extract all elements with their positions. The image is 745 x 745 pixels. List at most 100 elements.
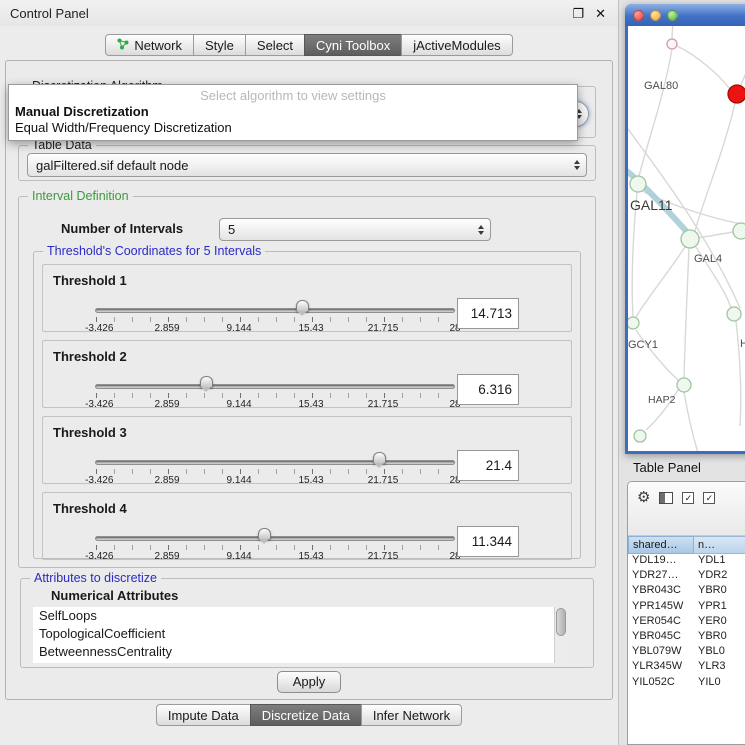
threshold-value-field[interactable]: 11.344 (457, 526, 519, 557)
close-icon[interactable]: ✕ (595, 7, 606, 20)
selected-red-node[interactable] (728, 85, 745, 103)
gear-icon[interactable]: ⚙ (637, 490, 650, 505)
table-row[interactable]: YIL052C YIL0 (628, 676, 745, 691)
threshold-panel: Threshold 4 -3.426 2.859 9.144 15.43 21.… (42, 492, 572, 560)
cell[interactable]: YBL0 (694, 645, 745, 660)
combo-arrows-icon (471, 219, 490, 240)
tab-style[interactable]: Style (193, 34, 246, 56)
network-node[interactable] (727, 307, 741, 321)
network-node[interactable] (681, 230, 699, 248)
slider-thumb[interactable] (373, 452, 386, 464)
cell[interactable]: YPR1 (694, 600, 745, 615)
table-row[interactable]: YBL079W YBL0 (628, 645, 745, 660)
tab-label: Network (134, 38, 182, 53)
network-canvas[interactable]: GAL80 GAL11 GAL4 GCY1 HAP2 H (628, 26, 745, 451)
minimize-traffic-light-icon[interactable] (650, 10, 661, 21)
table-row[interactable]: YDR27… YDR2 (628, 569, 745, 584)
threshold-value-field[interactable]: 21.4 (457, 450, 519, 481)
cell[interactable]: YDR2 (694, 569, 745, 584)
table-data-combobox[interactable]: galFiltered.sif default node (27, 153, 587, 177)
cell[interactable]: YBR0 (694, 630, 745, 645)
scale-label: 15.43 (298, 475, 323, 486)
slider-thumb[interactable] (200, 376, 213, 388)
algorithm-dropdown-popup: Select algorithm to view settings Manual… (8, 84, 578, 141)
threshold-slider[interactable]: -3.426 2.859 9.144 15.43 21.715 28 (95, 371, 455, 409)
select-all-icon[interactable]: ✓ (682, 492, 694, 504)
list-item[interactable]: BetweennessCentrality (33, 643, 567, 661)
column-header-shared-name[interactable]: shared… (628, 536, 694, 554)
slider-thumb[interactable] (258, 528, 271, 540)
cell[interactable]: YBR043C (628, 584, 694, 599)
slider-track[interactable] (95, 460, 455, 465)
table-row[interactable]: YBR043C YBR0 (628, 584, 745, 599)
tab-infer-network[interactable]: Infer Network (361, 704, 462, 726)
table-row[interactable]: YLR345W YLR3 (628, 660, 745, 675)
number-of-intervals-combobox[interactable]: 5 (219, 218, 491, 241)
cell[interactable]: YER054C (628, 615, 694, 630)
close-traffic-light-icon[interactable] (633, 10, 644, 21)
tab-discretize-data[interactable]: Discretize Data (250, 704, 362, 726)
cell[interactable]: YPR145W (628, 600, 694, 615)
column-header-name[interactable]: n… (694, 536, 745, 554)
threshold-slider[interactable]: -3.426 2.859 9.144 15.43 21.715 28 (95, 447, 455, 485)
table-row[interactable]: YPR145W YPR1 (628, 600, 745, 615)
table-header-row: shared… n… (628, 536, 745, 554)
table-row[interactable]: YBR045C YBR0 (628, 630, 745, 645)
float-window-icon[interactable]: ❐ (572, 7, 584, 20)
tab-network[interactable]: Network (105, 34, 194, 56)
table-row[interactable]: YER054C YER0 (628, 615, 745, 630)
column-chooser-icon[interactable] (659, 492, 673, 504)
threshold-value-field[interactable]: 6.316 (457, 374, 519, 405)
slider-scale: -3.426 2.859 9.144 15.43 21.715 28 (95, 323, 455, 335)
tab-select[interactable]: Select (245, 34, 305, 56)
cell[interactable]: YER0 (694, 615, 745, 630)
slider-track[interactable] (95, 536, 455, 541)
cell[interactable]: YBL079W (628, 645, 694, 660)
scale-label: 2.859 (154, 551, 179, 562)
cell[interactable]: YLR3 (694, 660, 745, 675)
cell[interactable]: YIL0 (694, 676, 745, 691)
scale-label: 21.715 (368, 399, 399, 410)
network-node[interactable] (733, 223, 745, 239)
dropdown-option-manual-discretization[interactable]: Manual Discretization (9, 104, 577, 120)
slider-ticks (96, 545, 456, 550)
list-item[interactable]: TopologicalCoefficient (33, 625, 567, 643)
scrollbar-thumb[interactable] (556, 608, 566, 636)
cell[interactable]: YDL1 (694, 554, 745, 569)
threshold-label: Threshold 4 (53, 501, 127, 516)
network-node[interactable] (628, 317, 639, 329)
network-node[interactable] (677, 378, 691, 392)
table-row[interactable]: YDL19… YDL1 (628, 554, 745, 569)
slider-thumb[interactable] (296, 300, 309, 312)
threshold-slider[interactable]: -3.426 2.859 9.144 15.43 21.715 28 (95, 295, 455, 333)
dropdown-placeholder: Select algorithm to view settings (9, 88, 577, 104)
tab-label: Discretize Data (262, 708, 350, 723)
slider-track[interactable] (95, 384, 455, 389)
threshold-panel: Threshold 2 -3.426 2.859 9.144 15.43 21.… (42, 340, 572, 408)
tab-cyni-toolbox[interactable]: Cyni Toolbox (304, 34, 402, 56)
list-item[interactable]: SelfLoops (33, 607, 567, 625)
scale-label: 9.144 (226, 399, 251, 410)
cell[interactable]: YBR045C (628, 630, 694, 645)
network-node[interactable] (630, 176, 646, 192)
select-none-icon[interactable]: ✓ (703, 492, 715, 504)
apply-button[interactable]: Apply (277, 671, 341, 693)
scale-label: -3.426 (85, 475, 113, 486)
cell[interactable]: YLR345W (628, 660, 694, 675)
dropdown-option-equal-width-frequency[interactable]: Equal Width/Frequency Discretization (9, 120, 577, 136)
tab-jactivemodules[interactable]: jActiveModules (401, 34, 512, 56)
cell[interactable]: YIL052C (628, 676, 694, 691)
threshold-slider[interactable]: -3.426 2.859 9.144 15.43 21.715 28 (95, 523, 455, 561)
tab-impute-data[interactable]: Impute Data (156, 704, 251, 726)
threshold-value-field[interactable]: 14.713 (457, 298, 519, 329)
network-node[interactable] (667, 39, 677, 49)
zoom-traffic-light-icon[interactable] (667, 10, 678, 21)
cell[interactable]: YDL19… (628, 554, 694, 569)
network-node[interactable] (634, 430, 646, 442)
cell[interactable]: YDR27… (628, 569, 694, 584)
cell[interactable]: YBR0 (694, 584, 745, 599)
list-scrollbar[interactable] (554, 607, 567, 663)
thresholds-group: Threshold's Coordinates for 5 Intervals … (33, 251, 581, 559)
threshold-label: Threshold 1 (53, 273, 127, 288)
slider-track[interactable] (95, 308, 455, 313)
